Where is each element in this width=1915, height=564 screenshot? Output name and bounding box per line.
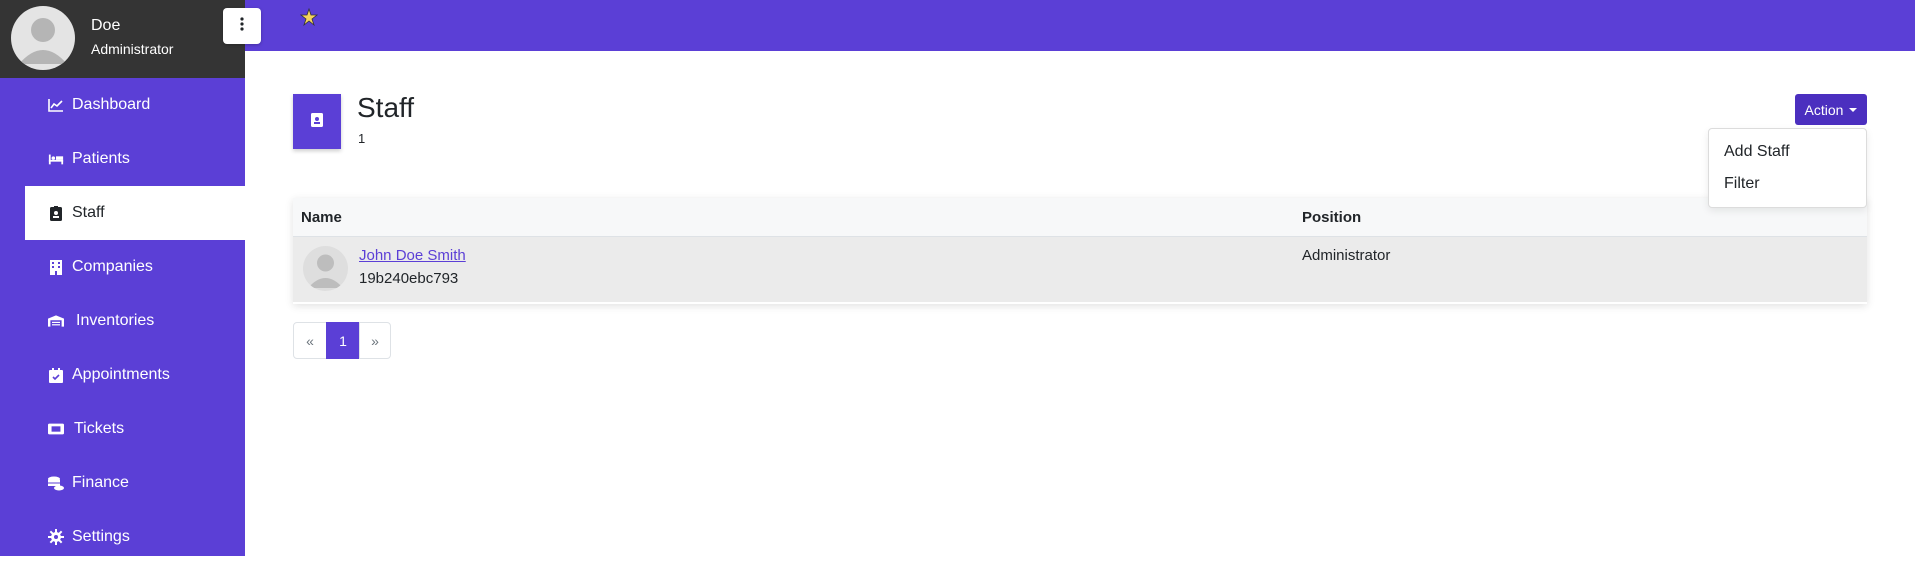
staff-id: 19b240ebc793	[359, 270, 459, 287]
record-count: 1	[358, 131, 366, 146]
table-row: John Doe Smith 19b240ebc793 Administrato…	[293, 237, 1867, 302]
pagination: « 1 »	[293, 322, 391, 359]
page-title: Staff	[357, 92, 415, 123]
gear-icon	[48, 529, 64, 545]
sidebar-item-label: Inventories	[76, 312, 155, 329]
id-badge-icon	[311, 112, 323, 132]
menu-item-filter[interactable]: Filter	[1724, 175, 1760, 193]
id-badge-icon	[48, 205, 64, 221]
sidebar-item-appointments[interactable]: Appointments	[25, 348, 245, 402]
staff-position: Administrator	[1302, 247, 1391, 264]
sidebar-item-dashboard[interactable]: Dashboard	[25, 78, 245, 132]
avatar	[303, 246, 348, 291]
kebab-icon	[240, 16, 244, 36]
column-header-position[interactable]: Position	[1302, 209, 1361, 226]
sidebar-item-patients[interactable]: Patients	[25, 132, 245, 186]
avatar	[11, 6, 75, 70]
chart-line-icon	[48, 97, 64, 113]
sidebar: Doe Administrator Dashboard Patients Sta…	[0, 0, 245, 556]
sidebar-item-inventories[interactable]: Inventories	[25, 294, 245, 348]
staff-table: Name Position John Doe Smith 19b240ebc79…	[293, 198, 1867, 304]
action-label: Action	[1804, 101, 1844, 118]
top-bar	[245, 0, 1915, 51]
sidebar-item-label: Appointments	[72, 366, 170, 383]
pagination-next[interactable]: »	[359, 322, 391, 359]
user-name: Doe	[91, 17, 121, 34]
pagination-prev[interactable]: «	[293, 322, 327, 359]
sidebar-item-label: Companies	[72, 258, 153, 275]
user-role: Administrator	[91, 41, 174, 57]
pagination-page-current[interactable]: 1	[326, 322, 360, 359]
action-menu: Add Staff Filter	[1708, 128, 1867, 208]
caret-down-icon	[1849, 107, 1858, 112]
action-dropdown-button[interactable]: Action	[1795, 94, 1867, 125]
sidebar-item-label: Tickets	[74, 420, 125, 437]
bed-icon	[48, 151, 64, 167]
coins-icon	[48, 475, 64, 491]
sidebar-item-tickets[interactable]: Tickets	[25, 402, 245, 456]
sidebar-item-finance[interactable]: Finance	[25, 456, 245, 510]
page-icon-badge	[293, 94, 341, 149]
app-logo-icon[interactable]	[299, 7, 319, 33]
column-header-name[interactable]: Name	[301, 209, 342, 226]
sidebar-item-label: Finance	[72, 474, 129, 491]
sidebar-item-label: Staff	[72, 204, 105, 221]
sidebar-item-label: Dashboard	[72, 96, 151, 113]
staff-name-link[interactable]: John Doe Smith	[359, 247, 466, 264]
sidebar-menu-button[interactable]	[223, 8, 261, 44]
sidebar-item-staff[interactable]: Staff	[25, 186, 245, 240]
calendar-check-icon	[48, 367, 64, 383]
sidebar-item-label: Settings	[72, 528, 130, 545]
menu-item-add-staff[interactable]: Add Staff	[1724, 143, 1790, 161]
building-icon	[48, 259, 64, 275]
table-header: Name Position	[293, 198, 1867, 237]
sidebar-item-companies[interactable]: Companies	[25, 240, 245, 294]
warehouse-icon	[48, 313, 64, 329]
sidebar-item-label: Patients	[72, 150, 130, 167]
user-panel: Doe Administrator	[0, 0, 245, 78]
ticket-icon	[48, 421, 64, 437]
